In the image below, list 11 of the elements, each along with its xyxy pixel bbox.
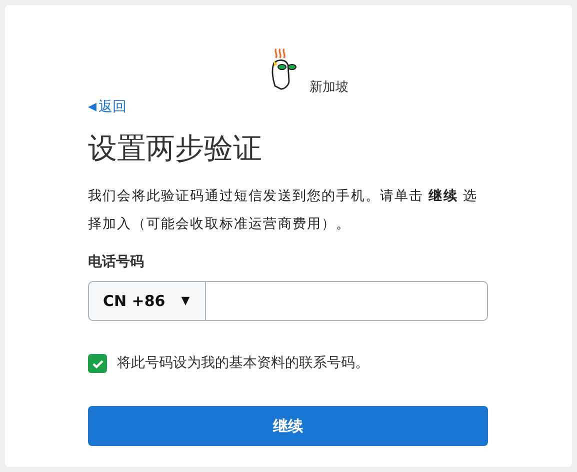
country-code-dropdown[interactable]: CN +86 ▼	[88, 281, 206, 321]
description-text: 我们会将此验证码通过短信发送到您的手机。请单击 继续 选择加入（可能会收取标准运营商费用）。	[88, 187, 478, 234]
continue-button[interactable]: 继续	[88, 406, 488, 446]
contact-checkbox[interactable]	[88, 354, 107, 373]
check-icon	[92, 358, 104, 368]
phone-input-field[interactable]	[206, 281, 488, 321]
page-title: 设置两步验证	[88, 130, 263, 167]
phone-label: 电话号码	[88, 253, 145, 272]
region-label: 新加坡	[310, 78, 348, 96]
back-link[interactable]: ◀返回	[88, 97, 126, 118]
contact-checkbox-label: 将此号码设为我的基本资料的联系号码。	[117, 354, 369, 373]
